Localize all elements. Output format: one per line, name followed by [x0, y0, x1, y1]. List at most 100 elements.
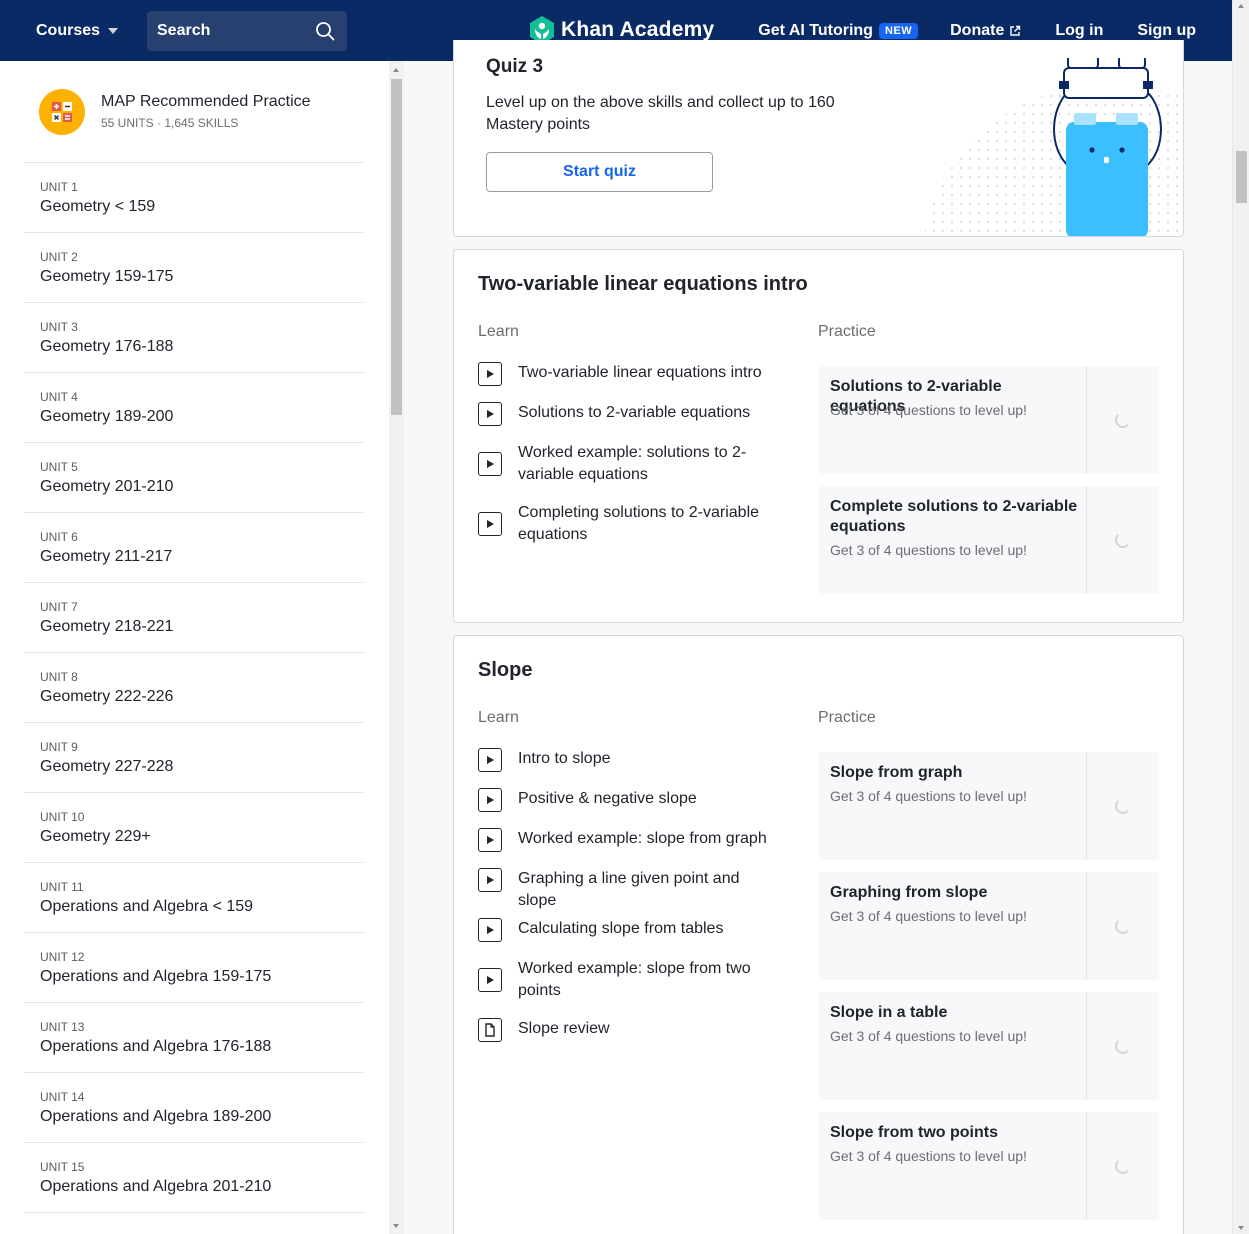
article-item[interactable]: Slope review [478, 1012, 768, 1052]
video-item[interactable]: Worked example: slope from graph [478, 822, 768, 862]
practice-exercise[interactable]: Solutions to 2-variable equations Get 3 … [818, 366, 1159, 474]
practice-exercise[interactable]: Slope from two points Get 3 of 4 questio… [818, 1112, 1159, 1220]
unit-label: UNIT 2 [40, 250, 78, 264]
play-icon [478, 788, 502, 812]
practice-list: Slope from graph Get 3 of 4 questions to… [818, 752, 1159, 1232]
unit-item[interactable]: UNIT 10 Geometry 229+ [24, 793, 364, 863]
unit-label: UNIT 12 [40, 950, 85, 964]
play-icon [478, 362, 502, 386]
unit-item[interactable]: UNIT 4 Geometry 189-200 [24, 373, 364, 443]
exercise-title: Slope in a table [830, 1004, 948, 1021]
video-item[interactable]: Completing solutions to 2-variable equat… [478, 496, 768, 556]
unit-name: Geometry < 159 [40, 198, 156, 215]
unit-label: UNIT 13 [40, 1020, 85, 1034]
search-input[interactable]: Search [147, 11, 347, 51]
unit-name: Geometry 229+ [40, 828, 151, 845]
scroll-down-arrow-icon[interactable] [1238, 1226, 1244, 1230]
video-title: Two-variable linear equations intro [518, 364, 762, 381]
play-icon [478, 402, 502, 426]
unit-label: UNIT 14 [40, 1090, 85, 1104]
unit-name: Operations and Algebra 176-188 [40, 1038, 272, 1055]
unit-item[interactable]: UNIT 2 Geometry 159-175 [24, 233, 364, 303]
practice-exercise[interactable]: Slope in a table Get 3 of 4 questions to… [818, 992, 1159, 1100]
unit-item[interactable]: UNIT 14 Operations and Algebra 189-200 [24, 1073, 364, 1143]
unit-name: Geometry 176-188 [40, 338, 174, 355]
unit-item[interactable]: UNIT 1 Geometry < 159 [24, 163, 364, 233]
video-item[interactable]: Intro to slope [478, 742, 768, 782]
login-link[interactable]: Log in [1055, 22, 1103, 40]
unit-item[interactable]: UNIT 6 Geometry 211-217 [24, 513, 364, 583]
course-header[interactable]: MAP Recommended Practice 55 UNITS · 1,64… [24, 61, 364, 163]
page-scroll-thumb[interactable] [1236, 151, 1247, 203]
video-item[interactable]: Worked example: slope from two points [478, 952, 768, 1012]
courses-label: Courses [36, 21, 101, 39]
video-title: Positive & negative slope [518, 790, 697, 807]
play-icon [478, 512, 502, 536]
sidebar-scrollbar[interactable] [389, 61, 404, 1234]
unit-label: UNIT 7 [40, 600, 78, 614]
unit-item[interactable]: UNIT 13 Operations and Algebra 176-188 [24, 1003, 364, 1073]
unit-label: UNIT 1 [40, 180, 78, 194]
unit-label: UNIT 15 [40, 1160, 85, 1174]
divider [1086, 752, 1087, 860]
learn-list: Two-variable linear equations intro Solu… [478, 356, 768, 556]
unit-item[interactable]: UNIT 15 Operations and Algebra 201-210 [24, 1143, 364, 1213]
play-icon [478, 918, 502, 942]
signup-link[interactable]: Sign up [1137, 22, 1196, 40]
video-item[interactable]: Calculating slope from tables [478, 912, 768, 952]
loading-spinner-icon [1115, 1038, 1131, 1054]
start-quiz-button[interactable]: Start quiz [486, 152, 713, 192]
video-item[interactable]: Solutions to 2-variable equations [478, 396, 768, 436]
play-icon [478, 452, 502, 476]
learn-list: Intro to slope Positive & negative slope… [478, 742, 768, 1052]
unit-item[interactable]: UNIT 9 Geometry 227-228 [24, 723, 364, 793]
divider [1086, 992, 1087, 1100]
courses-menu-button[interactable]: Courses [36, 0, 119, 61]
page-scrollbar[interactable] [1232, 0, 1249, 1234]
unit-item[interactable]: UNIT 5 Geometry 201-210 [24, 443, 364, 513]
search-icon[interactable] [315, 21, 335, 41]
scroll-down-arrow-icon[interactable] [393, 1224, 399, 1228]
unit-label: UNIT 6 [40, 530, 78, 544]
exercise-title: Slope from graph [830, 764, 963, 781]
section-title: Slope [478, 659, 533, 681]
exercise-progress-text: Get 3 of 4 questions to level up! [830, 402, 1027, 418]
scroll-up-arrow-icon[interactable] [1238, 4, 1244, 8]
unit-label: UNIT 9 [40, 740, 78, 754]
unit-item[interactable]: UNIT 11 Operations and Algebra < 159 [24, 863, 364, 933]
unit-item[interactable]: UNIT 3 Geometry 176-188 [24, 303, 364, 373]
unit-name: Geometry 159-175 [40, 268, 174, 285]
unit-section-slope: Slope Learn Practice Intro to slope Posi… [453, 635, 1184, 1234]
video-title: Completing solutions to 2-variable equat… [518, 504, 760, 543]
loading-spinner-icon [1115, 1158, 1131, 1174]
video-item[interactable]: Positive & negative slope [478, 782, 768, 822]
practice-exercise[interactable]: Complete solutions to 2-variable equatio… [818, 486, 1159, 594]
practice-exercise[interactable]: Slope from graph Get 3 of 4 questions to… [818, 752, 1159, 860]
video-item[interactable]: Graphing a line given point and slope [478, 862, 768, 912]
article-title: Slope review [518, 1020, 610, 1037]
unit-item[interactable]: UNIT 12 Operations and Algebra 159-175 [24, 933, 364, 1003]
article-icon [478, 1018, 502, 1042]
video-item[interactable]: Two-variable linear equations intro [478, 356, 768, 396]
loading-spinner-icon [1115, 412, 1131, 428]
unit-label: UNIT 10 [40, 810, 85, 824]
learn-heading: Learn [478, 709, 519, 726]
exercise-progress-text: Get 3 of 4 questions to level up! [830, 1148, 1027, 1164]
quiz-card: Quiz 3 Level up on the above skills and … [453, 40, 1184, 237]
divider [1086, 1112, 1087, 1220]
unit-name: Geometry 189-200 [40, 408, 174, 425]
ai-tutoring-link[interactable]: Get AI Tutoring NEW [758, 22, 919, 40]
sidebar: MAP Recommended Practice 55 UNITS · 1,64… [0, 61, 389, 1234]
unit-item[interactable]: UNIT 8 Geometry 222-226 [24, 653, 364, 723]
play-icon [478, 748, 502, 772]
quiz-robot-illustration [924, 58, 1183, 236]
video-title: Worked example: slope from graph [518, 830, 767, 847]
video-item[interactable]: Worked example: solutions to 2-variable … [478, 436, 768, 496]
practice-exercise[interactable]: Graphing from slope Get 3 of 4 questions… [818, 872, 1159, 980]
section-title: Two-variable linear equations intro [478, 273, 808, 295]
sidebar-scroll-thumb[interactable] [391, 79, 402, 415]
unit-item[interactable]: UNIT 7 Geometry 218-221 [24, 583, 364, 653]
scroll-up-arrow-icon[interactable] [393, 68, 399, 72]
donate-link[interactable]: Donate [950, 22, 1021, 40]
course-subtitle: 55 UNITS · 1,645 SKILLS [101, 116, 239, 130]
